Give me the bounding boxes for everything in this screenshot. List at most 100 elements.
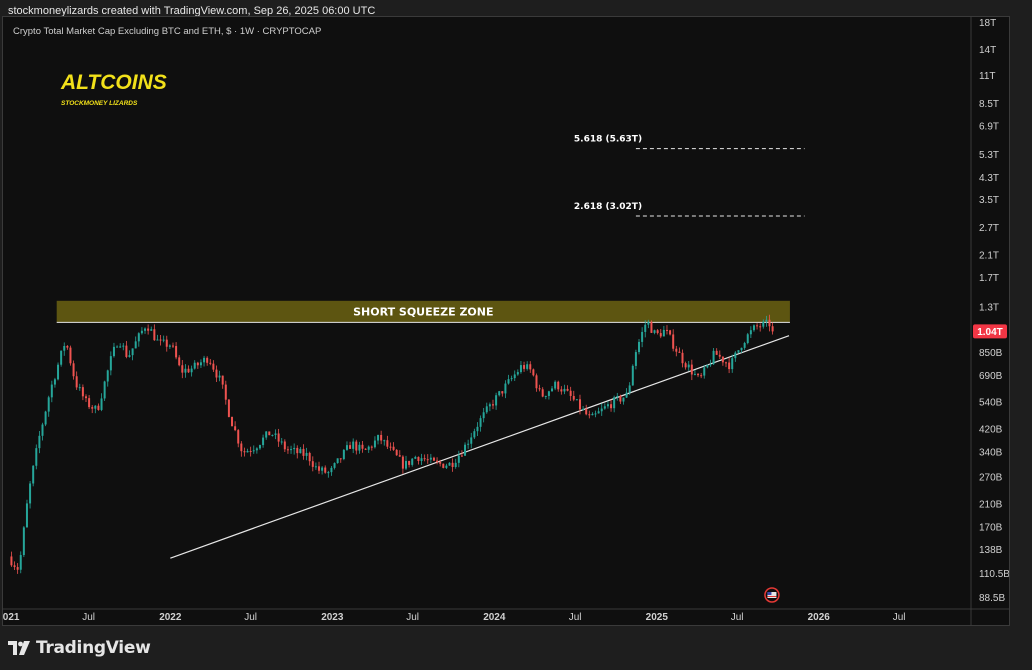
candle-body (756, 325, 759, 327)
candle-body (687, 364, 690, 368)
price-axis-tick-label: 8.5T (979, 99, 999, 110)
candle-body (653, 330, 656, 333)
candle-body (106, 370, 109, 382)
candle-body (749, 330, 752, 335)
candle-body (752, 325, 755, 331)
candle-body (665, 329, 668, 331)
candle-body (91, 407, 94, 409)
candle-body (675, 348, 678, 352)
candle-body (150, 329, 153, 331)
candle-body (606, 404, 609, 407)
candle-body (420, 458, 423, 461)
candle-body (345, 445, 348, 450)
candle-body (206, 357, 209, 363)
candle-body (103, 381, 106, 399)
tradingview-logo[interactable]: TradingView (8, 638, 151, 658)
candle-body (277, 433, 280, 442)
candle-body (467, 443, 470, 445)
candle-body (585, 408, 588, 415)
candle-body (97, 405, 100, 410)
candle-body (442, 463, 445, 468)
price-axis-tick-label: 170B (979, 522, 1003, 533)
candle-body (436, 460, 439, 462)
fib-level-label: 2.618 (3.02T) (574, 202, 642, 212)
candle-body (137, 333, 140, 342)
candle-body (473, 431, 476, 438)
candle-body (725, 362, 728, 364)
candle-body (218, 375, 221, 378)
candle-body (479, 418, 482, 427)
candle-body (386, 440, 389, 447)
candle-body (187, 368, 190, 373)
candle-body (703, 367, 706, 376)
candle-body (100, 398, 103, 410)
candle-body (370, 446, 373, 448)
candle-body (364, 448, 367, 450)
candle-body (280, 441, 283, 443)
candle-body (271, 434, 274, 436)
candle-body (308, 452, 311, 462)
candle-body (507, 379, 510, 384)
candle-body (268, 431, 271, 436)
candle-body (464, 444, 467, 456)
price-axis-tick-label: 138B (979, 545, 1003, 556)
candle-body (94, 405, 97, 409)
time-axis-tick-label: 2022 (159, 612, 182, 623)
candle-body (495, 395, 498, 406)
candle-body (286, 449, 289, 451)
candle-body (383, 440, 386, 442)
candle-body (175, 346, 178, 358)
candle-body (498, 391, 501, 396)
candle-body (196, 362, 199, 366)
candle-body (768, 319, 771, 327)
candle-body (181, 365, 184, 373)
candle-body (22, 527, 25, 556)
candle-body (678, 351, 681, 353)
candle-body (597, 411, 600, 414)
candle-body (398, 455, 401, 457)
time-axis-tick-label: 2023 (321, 612, 344, 623)
price-axis-tick-label: 340B (979, 447, 1003, 458)
candle-body (290, 449, 293, 451)
candle-body (252, 450, 255, 452)
chart-panel[interactable]: SHORT SQUEEZE ZONE 5.618 (5.63T) 2.618 (3… (2, 16, 1010, 626)
candle-body (81, 387, 84, 397)
candle-body (504, 383, 507, 394)
candle-body (165, 339, 168, 347)
price-axis-tick-label: 11T (979, 71, 996, 82)
candle-body (190, 368, 193, 373)
candle-body (578, 399, 581, 410)
candle-body (50, 384, 53, 398)
price-axis-tick-label: 14T (979, 45, 996, 56)
candle-body (249, 450, 252, 452)
candle-body (119, 346, 122, 348)
candle-body (734, 352, 737, 359)
tradingview-logo-icon (8, 641, 30, 655)
candle-body (380, 434, 383, 441)
candle-body (510, 378, 513, 380)
time-axis-tick-label: Jul (82, 612, 95, 623)
candle-body (591, 413, 594, 416)
candle-body (265, 431, 268, 438)
candle-body (432, 457, 435, 461)
price-axis-tick-label: 5.3T (979, 150, 999, 161)
candle-body (29, 483, 32, 504)
candle-body (314, 466, 317, 468)
candle-body (318, 466, 321, 471)
candle-body (445, 465, 448, 468)
candle-body (448, 462, 451, 466)
candle-body (737, 350, 740, 353)
candle-body (538, 388, 541, 390)
candle-body (72, 363, 75, 377)
candle-body (616, 395, 619, 398)
candle-body (482, 412, 485, 419)
candle-body (262, 437, 265, 446)
candlestick-chart[interactable]: SHORT SQUEEZE ZONE 5.618 (5.63T) 2.618 (3… (3, 17, 1009, 625)
candle-body (302, 448, 305, 456)
candle-body (566, 388, 569, 391)
candle-body (240, 443, 243, 452)
candle-body (352, 441, 355, 449)
candle-body (283, 441, 286, 450)
candle-body (84, 396, 87, 399)
price-axis-tick-label: 1.7T (979, 273, 999, 284)
